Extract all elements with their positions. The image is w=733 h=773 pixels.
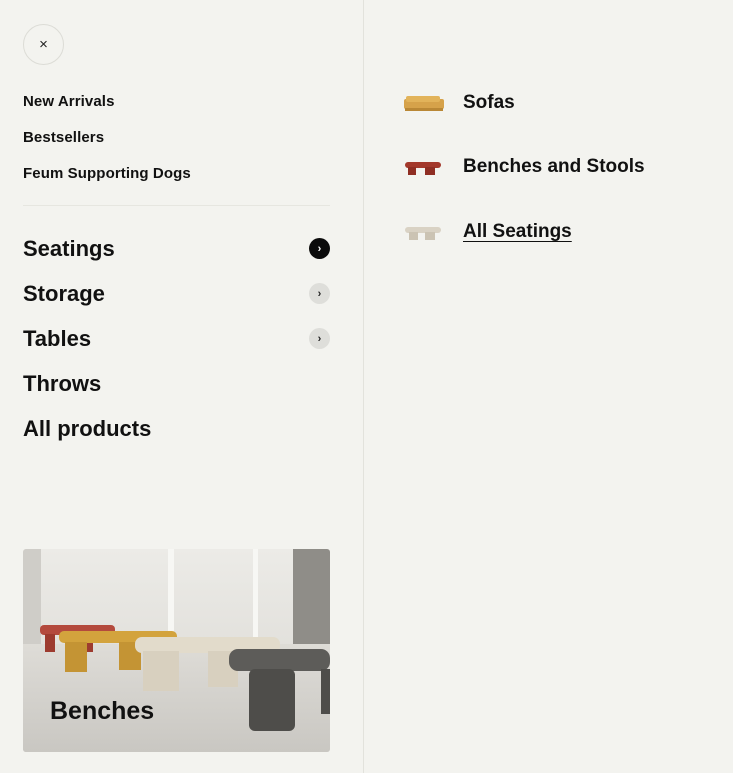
submenu-item-all-seatings[interactable]: All Seatings xyxy=(403,217,572,247)
submenu-label: All Seatings xyxy=(463,221,572,242)
seating-thumbnail-icon xyxy=(403,219,445,245)
close-icon: × xyxy=(39,36,48,53)
close-button[interactable]: × xyxy=(23,24,64,65)
category-item-tables[interactable]: Tables › xyxy=(23,316,330,361)
quick-link-bestsellers[interactable]: Bestsellers xyxy=(23,128,191,164)
category-label: All products xyxy=(23,415,152,441)
quick-link-new-arrivals[interactable]: New Arrivals xyxy=(23,92,191,128)
chevron-right-icon[interactable]: › xyxy=(309,328,330,349)
submenu-label: Benches and Stools xyxy=(463,156,645,177)
chevron-right-icon[interactable]: › xyxy=(309,238,330,259)
submenu-item-sofas[interactable]: Sofas xyxy=(403,88,515,118)
bench-thumbnail-icon xyxy=(403,154,445,180)
category-list: Seatings › Storage › Tables › Throws All… xyxy=(23,226,330,451)
quick-links: New Arrivals Bestsellers Feum Supporting… xyxy=(23,92,191,200)
navigation-panel: × New Arrivals Bestsellers Feum Supporti… xyxy=(0,0,364,773)
category-item-throws[interactable]: Throws xyxy=(23,361,330,406)
promo-label: Benches xyxy=(50,697,155,725)
category-item-all-products[interactable]: All products xyxy=(23,406,330,451)
sofa-thumbnail-icon xyxy=(403,90,445,116)
chevron-right-icon[interactable]: › xyxy=(309,283,330,304)
category-item-seatings[interactable]: Seatings › xyxy=(23,226,330,271)
submenu-item-benches-and-stools[interactable]: Benches and Stools xyxy=(403,152,645,182)
submenu-panel: Sofas Benches and Stools All Seatings xyxy=(365,0,733,773)
category-label: Storage xyxy=(23,280,105,306)
category-item-storage[interactable]: Storage › xyxy=(23,271,330,316)
quick-link-feum-supporting-dogs[interactable]: Feum Supporting Dogs xyxy=(23,164,191,200)
category-label: Seatings xyxy=(23,235,115,261)
category-label: Throws xyxy=(23,370,102,396)
promo-card-benches[interactable]: Benches xyxy=(23,549,330,752)
category-label: Tables xyxy=(23,325,92,351)
divider xyxy=(23,205,330,206)
submenu-label: Sofas xyxy=(463,92,515,113)
